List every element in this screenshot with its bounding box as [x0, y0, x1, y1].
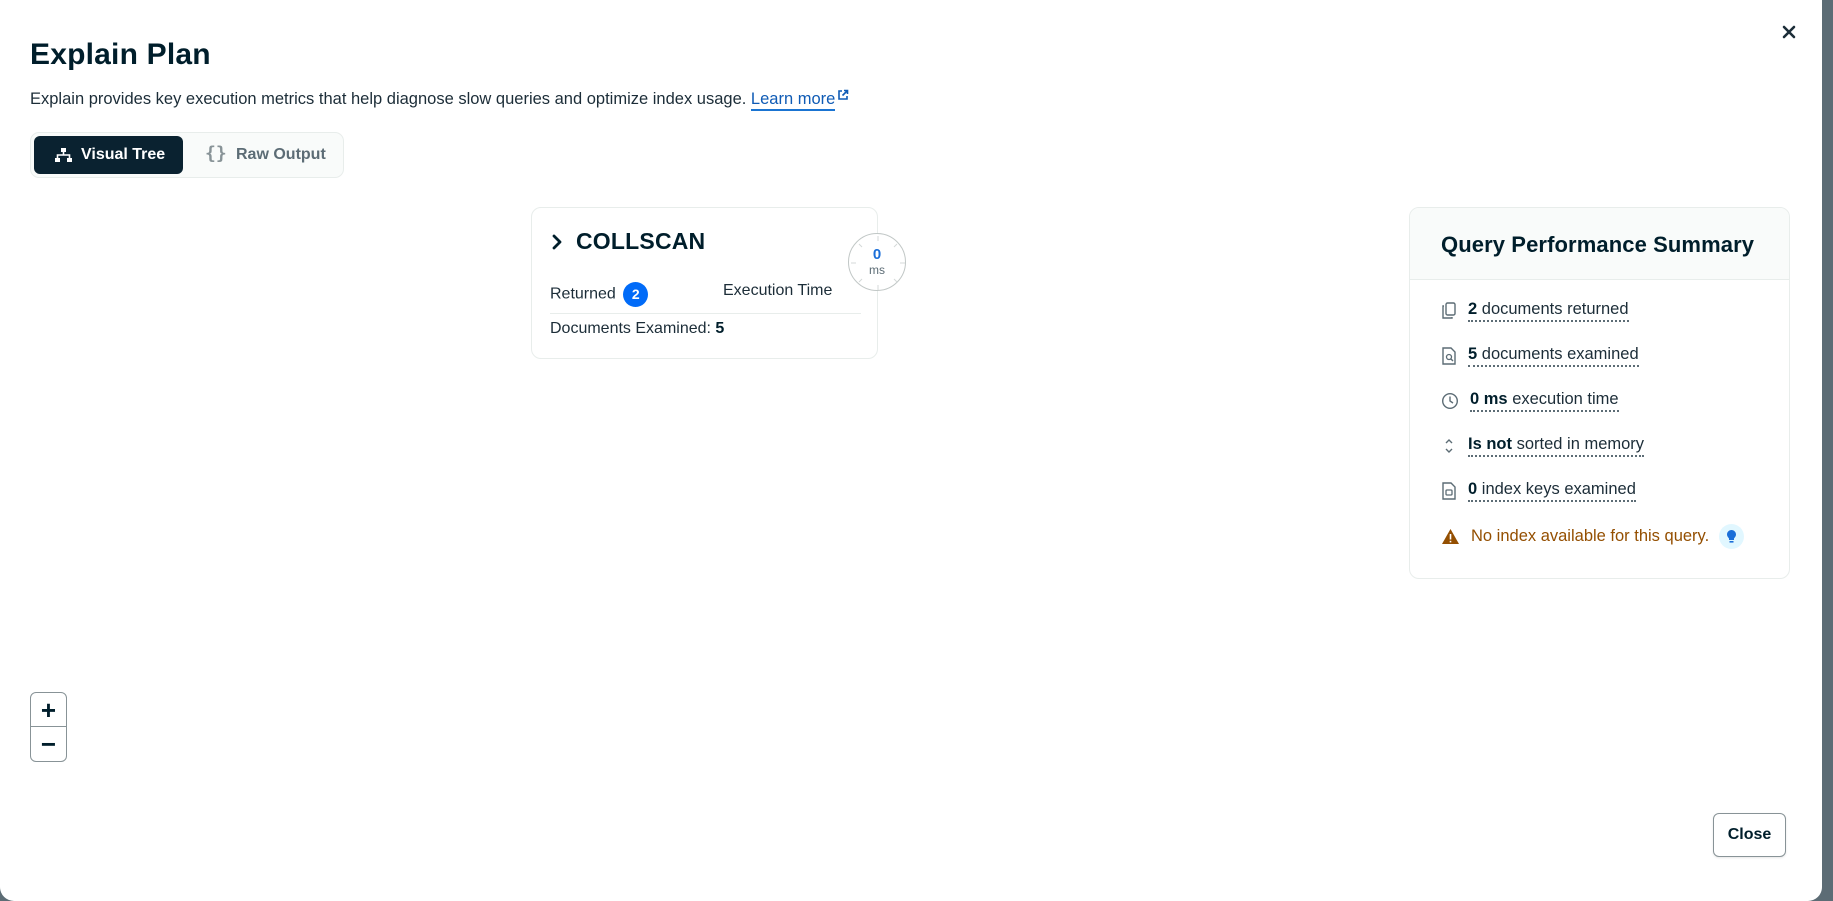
examined-value: 5	[715, 320, 725, 337]
returned-metric: Returned 2	[550, 282, 649, 307]
tree-icon	[55, 147, 72, 162]
exec-summary-value: 0 ms	[1470, 390, 1508, 408]
exec-summary-text: execution time	[1512, 390, 1619, 408]
execution-time-unit: ms	[869, 263, 885, 277]
zoom-out-button[interactable]: −	[31, 727, 66, 761]
modal-subtitle: Explain provides key execution metrics t…	[30, 87, 849, 111]
warning-text: No index available for this query.	[1471, 527, 1710, 545]
warning-icon	[1442, 529, 1459, 544]
returned-label: Returned	[550, 285, 616, 303]
summary-execution-time[interactable]: 0 ms execution time	[1441, 390, 1619, 412]
sorted-summary-value: Is not	[1468, 435, 1512, 453]
sort-icon	[1445, 439, 1453, 453]
learn-more-link[interactable]: Learn more	[750, 90, 836, 111]
exec-summary-label: 0 ms execution time	[1470, 390, 1619, 412]
examined-summary-value: 5	[1468, 345, 1478, 363]
clock-icon	[1441, 392, 1459, 410]
close-button[interactable]: Close	[1713, 813, 1786, 857]
index-key-icon	[1442, 482, 1456, 500]
raw-output-label: Raw Output	[236, 146, 326, 163]
document-search-icon	[1442, 347, 1456, 365]
stage-header[interactable]: COLLSCAN	[551, 228, 705, 255]
summary-documents-returned[interactable]: 2 documents returned	[1441, 300, 1629, 322]
execution-time-label: Execution Time	[723, 282, 833, 299]
returned-summary-label: 2 documents returned	[1468, 300, 1629, 322]
stage-card-collscan[interactable]: COLLSCAN Returned 2 Execution Time Docum…	[531, 207, 878, 359]
visual-tree-label: Visual Tree	[81, 146, 166, 163]
summary-sorted-in-memory[interactable]: Is not sorted in memory	[1441, 435, 1645, 457]
view-toggle: Visual Tree Raw Output	[30, 132, 344, 178]
execution-time-value: 0	[872, 246, 882, 263]
summary-index-keys[interactable]: 0 index keys examined	[1441, 480, 1636, 502]
explain-plan-modal: Explain Plan Explain provides key execut…	[0, 0, 1822, 901]
copy-documents-icon	[1442, 302, 1456, 319]
sorted-summary-label: Is not sorted in memory	[1468, 435, 1645, 457]
visual-tree-button[interactable]: Visual Tree	[34, 136, 183, 174]
sorted-summary-text: sorted in memory	[1516, 435, 1645, 453]
keys-summary-text: index keys examined	[1481, 480, 1636, 498]
query-performance-summary: Query Performance Summary 2 documents re…	[1409, 207, 1790, 579]
returned-count-badge: 2	[623, 282, 649, 307]
external-link-icon	[837, 87, 849, 106]
lightbulb-icon[interactable]	[1719, 524, 1745, 549]
subtitle-text: Explain provides key execution metrics t…	[30, 90, 747, 108]
returned-summary-text: documents returned	[1481, 300, 1629, 318]
summary-documents-examined[interactable]: 5 documents examined	[1441, 345, 1639, 367]
chevron-right-icon	[552, 234, 562, 249]
modal-title: Explain Plan	[30, 38, 211, 71]
zoom-controls: + −	[30, 692, 67, 762]
window-edge	[1822, 0, 1833, 901]
stage-metrics: Returned 2 Execution Time	[550, 274, 861, 314]
summary-index-warning: No index available for this query.	[1441, 524, 1745, 549]
close-icon[interactable]	[1779, 22, 1799, 42]
examined-summary-label: 5 documents examined	[1468, 345, 1639, 367]
examined-label: Documents Examined:	[550, 320, 711, 337]
learn-more-label: Learn more	[750, 90, 836, 108]
summary-title: Query Performance Summary	[1410, 208, 1789, 280]
curly-braces-icon: {}	[205, 143, 227, 164]
stage-name: COLLSCAN	[576, 228, 706, 254]
documents-examined: Documents Examined: 5	[550, 320, 724, 338]
returned-summary-value: 2	[1468, 300, 1478, 318]
execution-time-clock: 0 ms	[848, 233, 906, 291]
keys-summary-value: 0	[1468, 480, 1478, 498]
keys-summary-label: 0 index keys examined	[1468, 480, 1636, 502]
examined-summary-text: documents examined	[1481, 345, 1639, 363]
zoom-in-button[interactable]: +	[31, 693, 66, 727]
